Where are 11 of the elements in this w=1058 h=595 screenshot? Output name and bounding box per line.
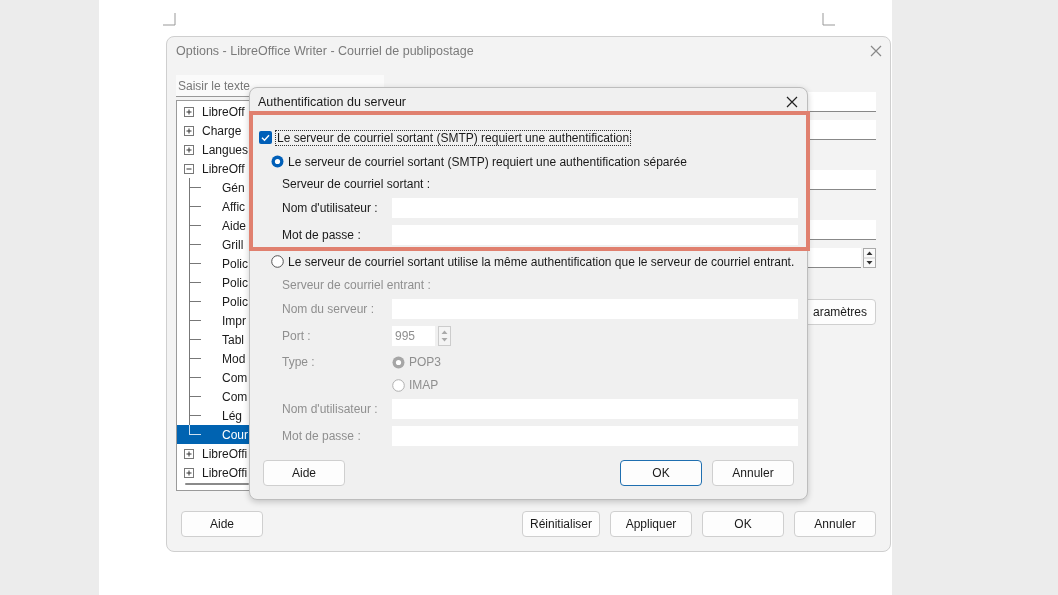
field-label: Nom d'utilisateur : (281, 201, 379, 215)
field-label: Nom d'utilisateur : (281, 402, 379, 416)
dialog-title: Authentification du serveur (258, 94, 406, 109)
section-label: Serveur de courriel entrant : (281, 278, 431, 292)
field-label: Mot de passe : (281, 228, 362, 242)
section-label: Serveur de courriel sortant : (281, 177, 431, 191)
window-title: Options - LibreOffice Writer - Courriel de publipostage (176, 44, 474, 58)
field-label: Port : (281, 329, 312, 343)
field-label: Mot de passe : (281, 429, 362, 443)
field-label: Type : (281, 355, 316, 369)
field-label: Nom du serveur : (281, 302, 376, 316)
